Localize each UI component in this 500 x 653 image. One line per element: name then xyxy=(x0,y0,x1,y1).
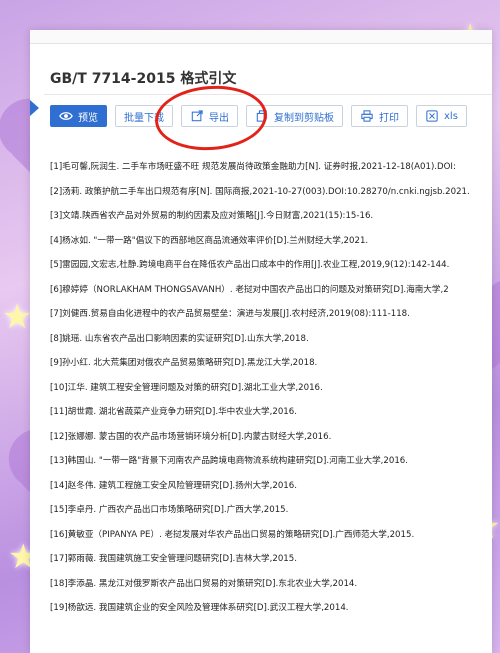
excel-icon xyxy=(426,110,438,122)
panel-header-strip xyxy=(30,30,492,44)
print-button[interactable]: 打印 xyxy=(351,105,408,127)
divider xyxy=(44,94,492,95)
citation-panel: GB/T 7714-2015 格式引文 预览 批量下载 导出 复制到剪贴板 打印… xyxy=(30,30,492,653)
reference-list: [1]毛可馨,阮润生. 二手车市场旺盛不旺 规范发展尚待政策金融助力[N]. 证… xyxy=(50,155,492,621)
reference-item[interactable]: [6]穆婷婷（NORLAKHAM THONGSAVANH）. 老挝对中国农产品出… xyxy=(50,278,492,303)
preview-button-label: 预览 xyxy=(78,112,98,124)
annotation-circle xyxy=(152,82,270,154)
page-title: GB/T 7714-2015 格式引文 xyxy=(50,71,237,87)
reference-item[interactable]: [13]韩国山. "一带一路"背景下河南农产品跨境电商物流系统构建研究[D].河… xyxy=(50,449,492,474)
reference-item[interactable]: [18]李添晶. 黑龙江对俄罗斯农产品出口贸易的对策研究[D].东北农业大学,2… xyxy=(50,572,492,597)
reference-item[interactable]: [1]毛可馨,阮润生. 二手车市场旺盛不旺 规范发展尚待政策金融助力[N]. 证… xyxy=(50,155,492,180)
reference-item[interactable]: [11]胡世霞. 湖北省蔬菜产业竞争力研究[D].华中农业大学,2016. xyxy=(50,400,492,425)
star-icon: ★ xyxy=(2,297,33,337)
preview-button[interactable]: 预览 xyxy=(50,105,107,127)
printer-icon xyxy=(361,110,373,122)
reference-item[interactable]: [3]文靖.陕西省农产品对外贸易的制约因素及应对策略[J].今日财富,2021(… xyxy=(50,204,492,229)
reference-item[interactable]: [14]赵冬伟. 建筑工程施工安全风险管理研究[D].扬州大学,2016. xyxy=(50,474,492,499)
reference-item[interactable]: [10]江华. 建筑工程安全管理问题及对策的研究[D].湖北工业大学,2016. xyxy=(50,376,492,401)
reference-item[interactable]: [7]刘健西.贸易自由化进程中的农产品贸易壁垒：演进与发展[J].农村经济,20… xyxy=(50,302,492,327)
reference-item[interactable]: [5]雷园园,文宏志,杜静.跨境电商平台在降低农产品出口成本中的作用[J].农业… xyxy=(50,253,492,278)
reference-item[interactable]: [2]汤莉. 政策护航二手车出口规范有序[N]. 国际商报,2021-10-27… xyxy=(50,180,492,205)
reference-item[interactable]: [8]姚瑶. 山东省农产品出口影响因素的实证研究[D].山东大学,2018. xyxy=(50,327,492,352)
print-button-label: 打印 xyxy=(379,112,399,124)
copy-button-label: 复制到剪贴板 xyxy=(274,112,334,124)
reference-item[interactable]: [12]张娜娜. 蒙古国的农产品市场营销环境分析[D].内蒙古财经大学,2016… xyxy=(50,425,492,450)
eye-icon xyxy=(59,112,73,120)
reference-item[interactable]: [19]杨歆远. 我国建筑企业的安全风险及管理体系研究[D].武汉工程大学,20… xyxy=(50,596,492,621)
left-arrow-marker xyxy=(30,100,39,116)
reference-item[interactable]: [4]杨冰如. "一带一路"倡议下的西部地区商品流通效率评价[D].兰州财经大学… xyxy=(50,229,492,254)
reference-item[interactable]: [17]郭雨薇. 我国建筑施工安全管理问题研究[D].吉林大学,2015. xyxy=(50,547,492,572)
excel-button-label: xls xyxy=(444,110,458,122)
reference-item[interactable]: [15]李卓丹. 广西农产品出口市场策略研究[D].广西大学,2015. xyxy=(50,498,492,523)
excel-export-button[interactable]: xls xyxy=(416,105,467,127)
reference-item[interactable]: [9]孙小红. 北大荒集团对俄农产品贸易策略研究[D].黑龙江大学,2018. xyxy=(50,351,492,376)
reference-item[interactable]: [16]黄敏亚（PIPANYA PE）. 老挝发展对华农产品出口贸易的策略研究[… xyxy=(50,523,492,548)
